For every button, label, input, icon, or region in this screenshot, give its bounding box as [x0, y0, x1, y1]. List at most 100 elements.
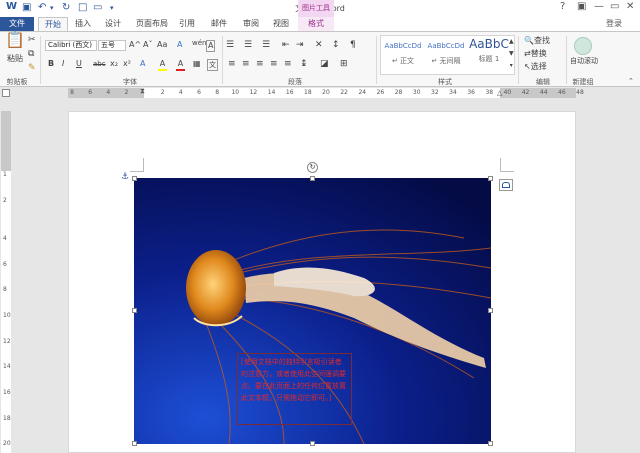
tab-view[interactable]: 视图: [270, 17, 292, 31]
tab-mailings[interactable]: 邮件: [208, 17, 230, 31]
italic-button[interactable]: I: [62, 59, 64, 69]
font-size-select[interactable]: 五号: [98, 40, 126, 51]
restore-button[interactable]: ▭: [610, 1, 619, 12]
style-sample: AaBbC: [469, 37, 509, 51]
change-case-button[interactable]: Aa: [157, 40, 167, 50]
ruler-tick-label: 24: [358, 89, 367, 96]
find-button[interactable]: 🔍查找: [524, 36, 550, 46]
collapse-ribbon-icon[interactable]: ⌃: [628, 76, 634, 86]
resize-handle[interactable]: [132, 441, 137, 446]
resize-handle[interactable]: [488, 308, 493, 313]
ruler-tick-label: 16: [285, 89, 294, 96]
tab-selector-icon[interactable]: [2, 89, 10, 97]
clear-formatting-button[interactable]: A: [177, 40, 182, 50]
ruler-tick-label: 38: [485, 89, 494, 96]
tab-references[interactable]: 引用: [176, 17, 198, 31]
style-no-spacing[interactable]: AaBbCcDd ↵ 无间隔: [424, 36, 468, 74]
highlight-color-button[interactable]: A: [158, 59, 167, 71]
tab-file[interactable]: 文件: [0, 17, 34, 31]
show-marks-icon[interactable]: ¶: [350, 40, 356, 50]
auto-scroll-button[interactable]: 自动滚动: [566, 56, 602, 66]
line-spacing-icon[interactable]: ↨: [300, 59, 308, 69]
ruler-tick-label: 4: [178, 89, 183, 96]
style-sample: AaBbCcDd: [384, 42, 422, 50]
tab-page-layout[interactable]: 页面布局: [132, 17, 172, 31]
bold-button[interactable]: B: [48, 59, 54, 69]
resize-handle[interactable]: [310, 176, 315, 181]
strikethrough-button[interactable]: abc: [93, 59, 106, 69]
replace-icon: ⇄: [524, 49, 531, 58]
superscript-button[interactable]: x²: [123, 59, 131, 69]
vruler-tick-label: 16: [3, 388, 11, 396]
ruler-tick-label: 22: [340, 89, 348, 96]
cut-icon[interactable]: ✂: [28, 35, 36, 45]
close-button[interactable]: ✕: [626, 1, 634, 12]
new-group-label: 新建组: [572, 78, 594, 86]
font-color-button[interactable]: A: [176, 59, 185, 71]
tab-insert[interactable]: 插入: [72, 17, 94, 31]
tab-home[interactable]: 开始: [38, 17, 68, 31]
tab-design[interactable]: 设计: [102, 17, 124, 31]
text-box-content[interactable]: [使用文档中的独特引言吸引读者的注意力，或者使用此空间强调要点。要在此页面上的任…: [241, 356, 348, 404]
copy-icon[interactable]: ⧉: [28, 49, 34, 59]
align-center-icon[interactable]: ≡: [242, 59, 250, 69]
horizontal-ruler: 8 6 4 2 2 4 6 8 10 12 14 16 18 20 22 24 26 28 30 32 34 36 38 40…: [0, 87, 640, 99]
chinese-layout-icon[interactable]: ✕: [315, 40, 323, 50]
replace-button[interactable]: ⇄替换: [524, 49, 547, 59]
shrink-font-button[interactable]: Aˇ: [143, 40, 152, 50]
format-painter-icon[interactable]: ✎: [28, 63, 36, 73]
indent-marker-icon[interactable]: ⧗: [140, 87, 145, 96]
rotate-handle-icon[interactable]: ↻: [307, 162, 318, 173]
resize-handle[interactable]: [310, 441, 315, 446]
ruler-tick-label: 30: [412, 89, 421, 96]
style-name: 标题 1: [478, 55, 500, 63]
resize-handle[interactable]: [132, 308, 137, 313]
text-effects-button[interactable]: A: [140, 59, 145, 69]
gallery-scroll-icons[interactable]: ▲ ▼ ▾: [509, 36, 514, 72]
quote-text-box[interactable]: [使用文档中的独特引言吸引读者的注意力，或者使用此空间强调要点。要在此页面上的任…: [237, 353, 352, 425]
distributed-icon[interactable]: ≡: [284, 59, 292, 69]
select-button[interactable]: ↖选择: [524, 62, 547, 72]
layout-options-icon[interactable]: [499, 179, 513, 191]
style-heading-1[interactable]: AaBbC 标题 1: [467, 36, 511, 74]
decrease-indent-icon[interactable]: ⇤: [282, 40, 290, 50]
right-indent-marker-icon[interactable]: △: [497, 89, 502, 97]
grow-font-button[interactable]: A^: [129, 40, 141, 50]
numbering-icon[interactable]: ☰: [244, 40, 252, 50]
resize-handle[interactable]: [132, 176, 137, 181]
login-link[interactable]: 登录: [602, 17, 626, 31]
resize-handle[interactable]: [488, 176, 493, 181]
font-name-select[interactable]: Calibri (西文): [45, 40, 97, 51]
ruler-tick-label: 34: [449, 89, 457, 96]
auto-scroll-icon[interactable]: [574, 37, 592, 55]
align-left-icon[interactable]: ≡: [228, 59, 236, 69]
enclose-characters-button[interactable]: A: [206, 40, 216, 52]
ribbon-display-icon[interactable]: ▣: [577, 1, 586, 12]
character-border-button[interactable]: 文: [207, 59, 218, 71]
align-right-icon[interactable]: ≡: [256, 59, 264, 69]
ribbon-tabs: 文件 开始 插入 设计 页面布局 引用 邮件 审阅 视图 格式 登录: [0, 17, 640, 31]
subscript-button[interactable]: x₂: [110, 59, 118, 69]
minimize-button[interactable]: —: [594, 1, 604, 12]
help-icon[interactable]: ?: [560, 1, 565, 12]
phonetic-guide-button[interactable]: wén: [192, 38, 206, 48]
tab-review[interactable]: 审阅: [240, 17, 262, 31]
ruler-tick-label: 12: [249, 89, 258, 96]
style-normal[interactable]: AaBbCcDd ↵ 正文: [381, 36, 425, 74]
ruler-tick-label: 48: [576, 89, 584, 96]
divider: [40, 36, 41, 84]
resize-handle[interactable]: [488, 441, 493, 446]
bullets-icon[interactable]: ☰: [226, 40, 234, 50]
paste-button[interactable]: 粘贴: [4, 54, 26, 64]
font-group-label: 字体: [123, 78, 137, 86]
sort-icon[interactable]: ↕: [332, 40, 340, 50]
increase-indent-icon[interactable]: ⇥: [296, 40, 304, 50]
shading-icon[interactable]: ◪: [320, 59, 329, 69]
character-shading-button[interactable]: ▦: [193, 59, 201, 69]
justify-icon[interactable]: ≡: [270, 59, 278, 69]
borders-icon[interactable]: ⊞: [340, 59, 348, 69]
tab-format[interactable]: 格式: [298, 17, 334, 31]
anchor-icon[interactable]: ⚓: [121, 172, 129, 182]
underline-button[interactable]: U: [76, 59, 82, 69]
multilevel-list-icon[interactable]: ☰: [262, 40, 270, 50]
